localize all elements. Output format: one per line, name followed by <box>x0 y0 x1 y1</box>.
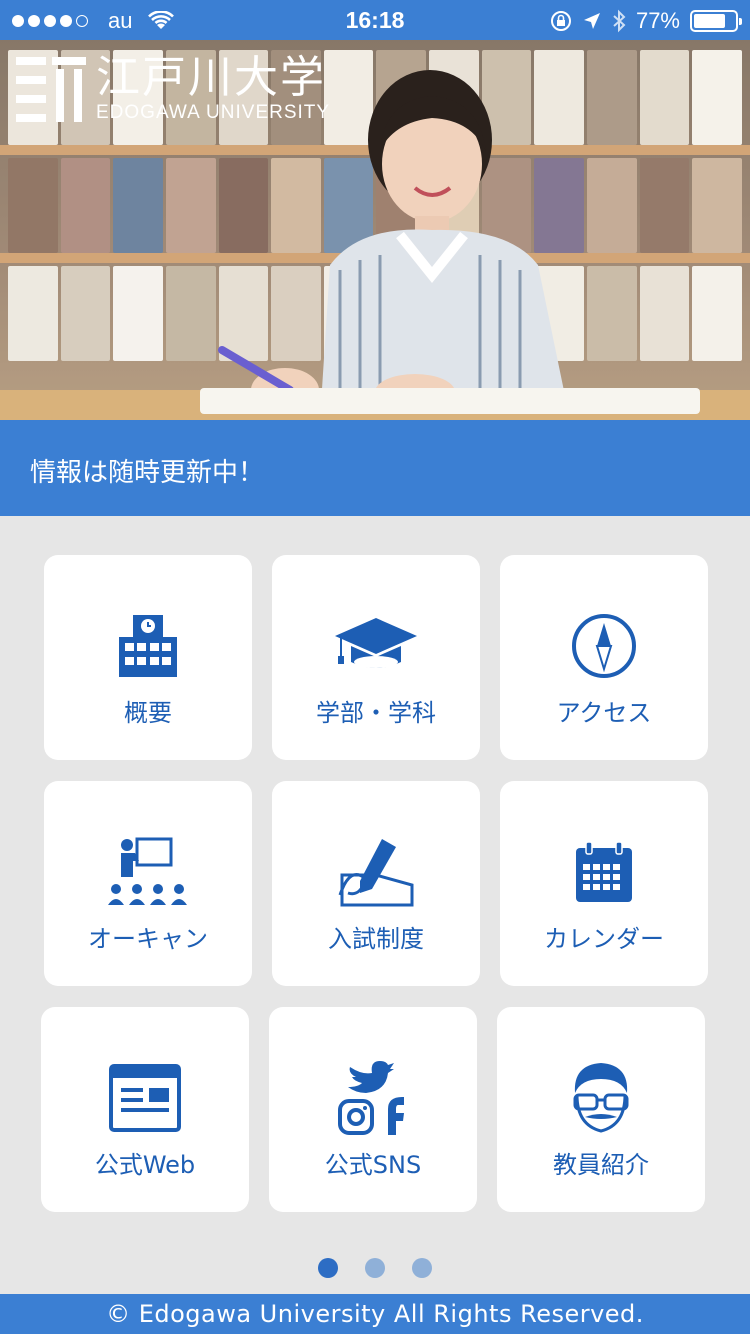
pen-writing-icon <box>272 836 480 908</box>
menu-tile-faculty-members[interactable]: 教員紹介 <box>497 1007 705 1212</box>
graduation-cap-icon <box>272 610 480 682</box>
rotation-lock-icon <box>550 11 571 31</box>
menu-tile-label: 入試制度 <box>328 925 424 953</box>
hero-photo: 江戸川大学 EDOGAWA UNIVERSITY <box>0 40 750 420</box>
menu-tile-official-sns[interactable]: 公式SNS <box>269 1007 477 1212</box>
logo-text: 江戸川大学 EDOGAWA UNIVERSITY <box>96 56 330 124</box>
menu-tile-faculties[interactable]: 学部・学科 <box>272 555 480 760</box>
menu-tile-open-campus[interactable]: オーキャン <box>44 781 252 986</box>
menu-tile-label: カレンダー <box>544 925 664 953</box>
menu-tile-calendar[interactable]: カレンダー <box>500 781 708 986</box>
menu-tile-admissions[interactable]: 入試制度 <box>272 781 480 986</box>
menu-tile-label: 公式Web <box>94 1151 196 1179</box>
page-dot-3[interactable] <box>412 1258 432 1278</box>
bluetooth-icon <box>613 9 626 33</box>
battery-icon <box>690 10 742 32</box>
logo-jp-text: 江戸川大学 <box>96 52 326 103</box>
menu-tile-official-web[interactable]: 公式Web <box>41 1007 249 1212</box>
page-indicator <box>0 1258 750 1278</box>
social-media-icon <box>269 1061 477 1135</box>
status-right: 77% <box>550 8 742 34</box>
edogawa-logo-mark <box>16 57 86 122</box>
menu-tile-label: オーキャン <box>88 925 208 953</box>
banner-text: 情報は随時更新中！ <box>30 458 265 488</box>
menu-tile-label: 公式SNS <box>324 1151 422 1179</box>
status-bar: au 16:18 77% <box>0 0 750 40</box>
page-dot-2[interactable] <box>365 1258 385 1278</box>
battery-fill <box>694 14 725 28</box>
university-logo: 江戸川大学 EDOGAWA UNIVERSITY <box>16 56 330 124</box>
menu-tile-label: アクセス <box>556 699 652 727</box>
open-notebook <box>200 388 700 414</box>
page-dot-1[interactable] <box>318 1258 338 1278</box>
logo-en-text: EDOGAWA UNIVERSITY <box>96 102 331 123</box>
menu-tile-label: 概要 <box>124 699 172 727</box>
menu-tile-label: 教員紹介 <box>553 1151 649 1179</box>
browser-window-icon <box>41 1062 249 1134</box>
menu-tile-label: 学部・学科 <box>316 699 436 727</box>
teacher-face-icon <box>497 1062 705 1134</box>
menu-tile-overview[interactable]: 概要 <box>44 555 252 760</box>
school-building-icon <box>44 610 252 682</box>
calendar-icon <box>500 836 708 908</box>
presentation-audience-icon <box>44 836 252 908</box>
location-arrow-icon <box>583 13 600 29</box>
info-banner: 情報は随時更新中！ <box>0 420 750 516</box>
menu-tile-access[interactable]: アクセス <box>500 555 708 760</box>
battery-percent: 77% <box>635 8 680 33</box>
copyright-text: © Edogawa University All Rights Reserved… <box>106 1300 644 1328</box>
compass-icon <box>500 610 708 682</box>
footer: © Edogawa University All Rights Reserved… <box>0 1294 750 1334</box>
